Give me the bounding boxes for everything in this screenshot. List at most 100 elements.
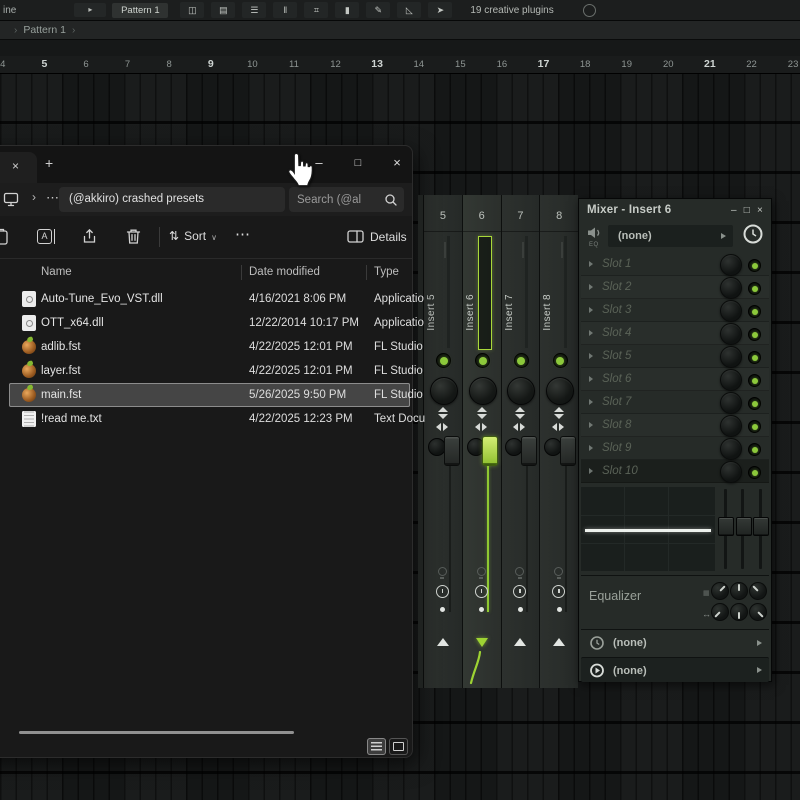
panel-minimize-button[interactable]: – xyxy=(731,205,737,216)
new-tab-button[interactable]: + xyxy=(45,155,53,171)
output-routing-row[interactable]: (none) xyxy=(581,657,769,682)
record-arm-dot[interactable] xyxy=(440,607,445,612)
mixer-channel-strip[interactable]: 7 Insert 7 xyxy=(502,195,540,688)
eq-knob[interactable] xyxy=(749,603,767,621)
eq-knob[interactable] xyxy=(730,582,748,600)
record-arm-dot[interactable] xyxy=(479,607,484,612)
file-row[interactable]: adlib.fst 4/22/2025 12:01 PM FL Studio xyxy=(9,335,410,359)
horizontal-scrollbar[interactable] xyxy=(19,731,294,734)
eq-knob[interactable] xyxy=(730,603,748,621)
automation-clock-icon[interactable] xyxy=(436,585,449,598)
slot-enable-led[interactable] xyxy=(748,443,761,456)
slot-enable-led[interactable] xyxy=(748,282,761,295)
mute-led[interactable] xyxy=(553,353,568,368)
explorer-tab[interactable]: × xyxy=(0,152,37,183)
eq-menu-icon[interactable]: ▦ xyxy=(703,589,710,597)
mixer-icon[interactable]: ‖ xyxy=(273,2,297,18)
fader-handle[interactable] xyxy=(736,517,752,536)
stereo-width-icon[interactable]: ↔ xyxy=(702,609,711,619)
file-row[interactable]: main.fst 5/26/2025 9:50 PM FL Studio xyxy=(9,383,410,407)
details-pane-button[interactable]: Details xyxy=(347,229,407,244)
record-arm-dot[interactable] xyxy=(557,607,562,612)
slot-mix-knob[interactable] xyxy=(720,254,742,276)
icons-view-button[interactable] xyxy=(389,738,408,755)
stereo-sep-arrows-icon[interactable] xyxy=(513,423,525,431)
slot-enable-led[interactable] xyxy=(748,259,761,272)
effect-slot[interactable]: Slot 3 xyxy=(581,299,769,322)
track-sort-arrows-icon[interactable] xyxy=(438,407,448,419)
search-icon[interactable] xyxy=(384,193,398,207)
effect-slot[interactable]: Slot 1 xyxy=(581,253,769,276)
panel-close-button[interactable]: × xyxy=(757,205,763,216)
mute-led[interactable] xyxy=(436,353,451,368)
rename-icon[interactable]: A xyxy=(37,229,55,247)
slice-tool-icon[interactable]: ◺ xyxy=(397,2,421,18)
effect-slot[interactable]: Slot 10 xyxy=(581,460,769,483)
track-sort-arrows-icon[interactable] xyxy=(477,407,487,419)
automation-clock-icon[interactable] xyxy=(742,223,764,245)
column-header-name[interactable]: Name xyxy=(41,259,72,286)
column-header-type[interactable]: Type xyxy=(374,259,399,286)
eq-band-fader[interactable] xyxy=(717,487,733,571)
routing-arrow[interactable] xyxy=(437,638,449,646)
details-view-button[interactable] xyxy=(367,738,386,755)
playlist-icon[interactable]: ◫ xyxy=(180,2,204,18)
pattern-nav-arrow[interactable]: ▸ xyxy=(74,3,106,17)
slot-mix-knob[interactable] xyxy=(720,415,742,437)
record-indicator-icon[interactable] xyxy=(583,4,596,17)
slot-enable-led[interactable] xyxy=(748,374,761,387)
mute-led[interactable] xyxy=(475,353,490,368)
fader-handle[interactable] xyxy=(753,517,769,536)
track-sort-arrows-icon[interactable] xyxy=(515,407,525,419)
slot-enable-led[interactable] xyxy=(748,420,761,433)
breadcrumb-item-pattern[interactable]: Pattern 1 xyxy=(23,24,66,36)
file-row[interactable]: Auto-Tune_Evo_VST.dll 4/16/2021 8:06 PM … xyxy=(9,287,410,311)
window-maximize-button[interactable]: □ xyxy=(342,150,374,176)
eq-knob[interactable] xyxy=(711,582,729,600)
this-pc-icon[interactable] xyxy=(3,192,20,207)
eq-band-fader[interactable] xyxy=(752,487,768,571)
column-divider[interactable] xyxy=(241,265,242,280)
slot-mix-knob[interactable] xyxy=(720,392,742,414)
delete-icon[interactable] xyxy=(125,228,142,245)
panel-titlebar[interactable]: Mixer - Insert 6 – □ × xyxy=(579,199,771,221)
pattern-selector[interactable]: Pattern 1 xyxy=(112,3,168,18)
effect-slot[interactable]: Slot 7 xyxy=(581,391,769,414)
slot-mix-knob[interactable] xyxy=(720,300,742,322)
routing-arrow[interactable] xyxy=(553,638,565,646)
volume-fader[interactable] xyxy=(521,436,537,466)
routing-arrow[interactable] xyxy=(476,638,488,647)
column-divider[interactable] xyxy=(366,265,367,280)
mixer-channel-strip[interactable]: 8 Insert 8 xyxy=(540,195,578,688)
slot-enable-led[interactable] xyxy=(748,397,761,410)
effect-slot[interactable]: Slot 6 xyxy=(581,368,769,391)
playlist-timeline-ruler[interactable]: 4567891011121314151617181920212223 xyxy=(0,56,800,74)
eq-knob[interactable] xyxy=(711,603,729,621)
column-header-date[interactable]: Date modified xyxy=(249,259,320,286)
slot-mix-knob[interactable] xyxy=(720,369,742,391)
snap-selector-partial[interactable]: ine xyxy=(3,5,16,16)
pan-knob[interactable] xyxy=(469,377,497,405)
more-options-button[interactable]: ⋯ xyxy=(235,225,250,243)
stereo-sep-arrows-icon[interactable] xyxy=(475,423,487,431)
automation-clock-icon[interactable] xyxy=(513,585,526,598)
mute-led[interactable] xyxy=(514,353,529,368)
stereo-sep-arrows-icon[interactable] xyxy=(552,423,564,431)
panel-maximize-button[interactable]: □ xyxy=(744,205,750,216)
slot-enable-led[interactable] xyxy=(748,305,761,318)
channel-rack-icon[interactable]: ☰ xyxy=(242,2,266,18)
pan-knob[interactable] xyxy=(507,377,535,405)
brush-tool-icon[interactable]: ✎ xyxy=(366,2,390,18)
effect-slot[interactable]: Slot 4 xyxy=(581,322,769,345)
slot-enable-led[interactable] xyxy=(748,351,761,364)
effect-slot[interactable]: Slot 2 xyxy=(581,276,769,299)
automation-clock-icon[interactable] xyxy=(552,585,565,598)
sort-button[interactable]: ⇅Sort∨ xyxy=(169,229,217,243)
mixer-channel-strip[interactable]: 5 Insert 5 xyxy=(424,195,462,688)
tab-close-icon[interactable]: × xyxy=(12,159,19,173)
stereo-sep-arrows-icon[interactable] xyxy=(436,423,448,431)
browser-icon[interactable]: ⌗ xyxy=(304,2,328,18)
address-path[interactable]: (@akkiro) crashed presets xyxy=(59,187,285,212)
slot-mix-knob[interactable] xyxy=(720,438,742,460)
eq-knob[interactable] xyxy=(749,582,767,600)
